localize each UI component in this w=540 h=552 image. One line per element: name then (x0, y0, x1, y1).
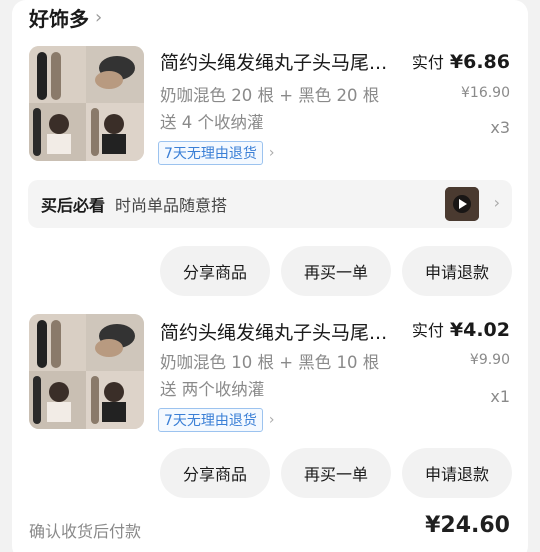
shop-header[interactable]: 好饰多 › (29, 3, 102, 31)
product-thumbnail[interactable] (29, 314, 144, 429)
banner-text: 时尚单品随意搭 (115, 196, 228, 215)
product-spec: 奶咖混色 10 根 + 黑色 10 根 送 两个收纳灌 (160, 353, 396, 399)
banner-title: 买后必看 (41, 196, 106, 215)
product-title[interactable]: 简约头绳发绳丸子头马尾... (160, 48, 400, 75)
chevron-right-icon: › (493, 193, 500, 212)
hair-tie-image (29, 46, 144, 161)
chevron-right-icon: › (268, 412, 275, 428)
order-total: ¥24.60 (425, 513, 510, 538)
request-refund-button[interactable]: 申请退款 (402, 448, 512, 498)
return-policy-tag[interactable]: 7天无理由退货 › (158, 141, 275, 165)
chevron-right-icon: › (95, 6, 103, 28)
product-spec: 奶咖混色 20 根 + 黑色 20 根 送 4 个收纳灌 (160, 86, 396, 132)
price-label: 实付 (411, 53, 444, 72)
rebuy-button[interactable]: 再买一单 (281, 448, 391, 498)
price-amount: ¥4.02 (449, 319, 510, 341)
video-thumbnail[interactable] (445, 187, 479, 221)
price-original: ¥9.90 (469, 352, 510, 368)
price-amount: ¥6.86 (449, 51, 510, 73)
return-policy-label: 7天无理由退货 (158, 141, 263, 165)
price-real: 实付 ¥4.02 (412, 317, 510, 341)
price-original: ¥16.90 (461, 85, 510, 101)
chevron-right-icon: › (268, 145, 275, 161)
request-refund-button[interactable]: 申请退款 (402, 246, 512, 296)
play-icon (445, 187, 479, 221)
product-thumbnail[interactable] (29, 46, 144, 161)
rebuy-button[interactable]: 再买一单 (281, 246, 391, 296)
after-purchase-banner[interactable]: 买后必看 时尚单品随意搭 › (28, 180, 512, 228)
hair-tie-image (29, 314, 144, 429)
payment-note: 确认收货后付款 (29, 522, 142, 541)
quantity: x1 (490, 387, 510, 406)
share-product-button[interactable]: 分享商品 (160, 246, 270, 296)
product-title[interactable]: 简约头绳发绳丸子头马尾... (160, 318, 400, 345)
return-policy-tag[interactable]: 7天无理由退货 › (158, 408, 275, 432)
share-product-button[interactable]: 分享商品 (160, 448, 270, 498)
return-policy-label: 7天无理由退货 (158, 408, 263, 432)
price-real: 实付 ¥6.86 (412, 49, 510, 73)
shop-name: 好饰多 (29, 6, 89, 31)
quantity: x3 (490, 118, 510, 137)
price-label: 实付 (411, 321, 444, 340)
